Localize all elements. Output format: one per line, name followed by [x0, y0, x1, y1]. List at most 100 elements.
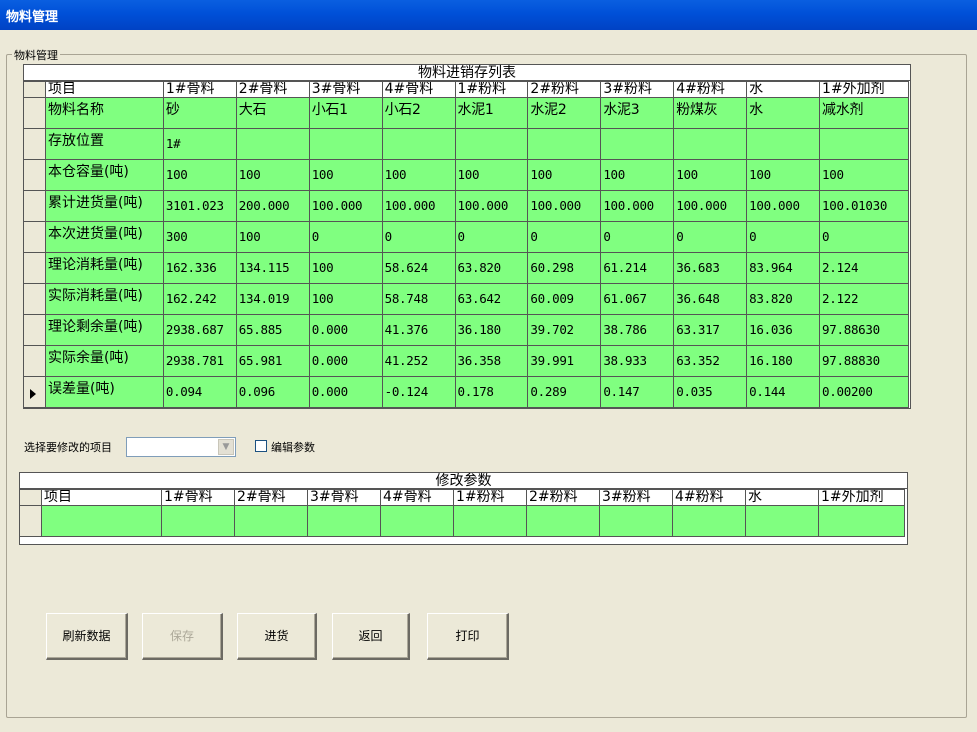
column-header[interactable]: 4#粉料: [673, 81, 748, 98]
table-cell[interactable]: 100: [673, 159, 748, 191]
table-cell[interactable]: [526, 505, 600, 537]
inventory-grid[interactable]: 物料进销存列表 项目 1#骨料 2#骨料 3#骨料 4#骨料 1#粉料 2#粉料 3#粉料 4#…: [23, 64, 911, 409]
table-cell[interactable]: 63.352: [673, 345, 748, 377]
table-row[interactable]: [19, 505, 905, 537]
table-row[interactable]: 存放位置 1#: [23, 128, 909, 160]
chevron-down-icon[interactable]: ▼: [218, 439, 234, 455]
table-cell[interactable]: 38.933: [600, 345, 675, 377]
table-cell[interactable]: 0: [381, 221, 456, 253]
table-cell[interactable]: 61.067: [600, 283, 675, 315]
table-cell[interactable]: 100.000: [381, 190, 456, 222]
table-cell[interactable]: 100.01030: [819, 190, 909, 222]
table-cell[interactable]: [819, 128, 909, 160]
table-cell[interactable]: 100: [308, 283, 383, 315]
table-cell[interactable]: 0: [454, 221, 529, 253]
column-header[interactable]: 2#骨料: [234, 489, 308, 506]
table-cell[interactable]: [745, 505, 819, 537]
table-cell[interactable]: 83.964: [746, 252, 821, 284]
table-cell[interactable]: [673, 128, 748, 160]
table-cell[interactable]: 0.094: [162, 376, 237, 408]
table-cell[interactable]: 63.820: [454, 252, 529, 284]
table-cell[interactable]: 100: [235, 221, 310, 253]
table-cell[interactable]: 300: [162, 221, 237, 253]
row-label[interactable]: 理论消耗量(吨): [44, 252, 164, 284]
table-cell[interactable]: 100.000: [673, 190, 748, 222]
column-header[interactable]: 4#骨料: [381, 81, 456, 98]
table-cell[interactable]: 162.242: [162, 283, 237, 315]
table-cell[interactable]: 0.144: [746, 376, 821, 408]
table-cell[interactable]: 100: [381, 159, 456, 191]
table-cell[interactable]: 97.88630: [819, 314, 909, 346]
table-row[interactable]: 本次进货量(吨) 300 100 0 0 0 0 0 0 0 0: [23, 221, 909, 253]
table-cell[interactable]: 36.180: [454, 314, 529, 346]
table-cell[interactable]: 粉煤灰: [673, 97, 748, 129]
table-cell[interactable]: 83.820: [746, 283, 821, 315]
table-cell[interactable]: [234, 505, 308, 537]
table-cell[interactable]: 0.289: [527, 376, 602, 408]
row-selector[interactable]: [23, 190, 46, 222]
column-header[interactable]: 2#骨料: [235, 81, 310, 98]
table-cell[interactable]: 100: [454, 159, 529, 191]
table-cell[interactable]: 100: [819, 159, 909, 191]
table-cell[interactable]: 水: [746, 97, 821, 129]
table-cell[interactable]: 41.252: [381, 345, 456, 377]
row-label[interactable]: 本次进货量(吨): [44, 221, 164, 253]
table-cell[interactable]: [600, 128, 675, 160]
row-label[interactable]: 理论剩余量(吨): [44, 314, 164, 346]
row-selector[interactable]: [23, 283, 46, 315]
table-row[interactable]: 理论消耗量(吨) 162.336 134.115 100 58.624 63.820 60.…: [23, 252, 909, 284]
table-cell[interactable]: 63.317: [673, 314, 748, 346]
save-button[interactable]: 保存: [142, 613, 223, 660]
table-cell[interactable]: 162.336: [162, 252, 237, 284]
row-selector[interactable]: [19, 505, 42, 537]
table-cell[interactable]: 0.00200: [819, 376, 909, 408]
table-cell[interactable]: 小石1: [308, 97, 383, 129]
table-cell[interactable]: 97.88830: [819, 345, 909, 377]
column-header[interactable]: 1#外加剂: [819, 81, 909, 98]
table-cell[interactable]: 36.358: [454, 345, 529, 377]
column-header[interactable]: 3#粉料: [599, 489, 673, 506]
table-cell[interactable]: 2938.781: [162, 345, 237, 377]
table-cell[interactable]: 100: [527, 159, 602, 191]
table-cell[interactable]: -0.124: [381, 376, 456, 408]
table-cell[interactable]: [381, 128, 456, 160]
table-cell[interactable]: 200.000: [235, 190, 310, 222]
table-cell[interactable]: 100.000: [454, 190, 529, 222]
row-label[interactable]: 存放位置: [44, 128, 164, 160]
table-row[interactable]: 理论剩余量(吨) 2938.687 65.885 0.000 41.376 36.180 3…: [23, 314, 909, 346]
table-cell[interactable]: 1#: [162, 128, 237, 160]
table-cell[interactable]: 小石2: [381, 97, 456, 129]
table-cell[interactable]: 39.991: [527, 345, 602, 377]
column-header[interactable]: 3#骨料: [307, 489, 381, 506]
table-cell[interactable]: 水泥1: [454, 97, 529, 129]
table-cell[interactable]: 63.642: [454, 283, 529, 315]
column-header[interactable]: 4#骨料: [380, 489, 454, 506]
row-label[interactable]: 本仓容量(吨): [44, 159, 164, 191]
row-label[interactable]: 累计进货量(吨): [44, 190, 164, 222]
table-cell[interactable]: 134.019: [235, 283, 310, 315]
row-selector[interactable]: [23, 314, 46, 346]
table-cell[interactable]: 100: [746, 159, 821, 191]
table-cell[interactable]: 100.000: [308, 190, 383, 222]
row-selector[interactable]: [23, 252, 46, 284]
column-header[interactable]: 4#粉料: [672, 489, 746, 506]
table-cell[interactable]: 0: [600, 221, 675, 253]
column-header[interactable]: 1#粉料: [454, 81, 529, 98]
table-cell[interactable]: [527, 128, 602, 160]
table-cell[interactable]: 0.000: [308, 376, 383, 408]
table-cell[interactable]: 65.981: [235, 345, 310, 377]
table-cell[interactable]: 水泥2: [527, 97, 602, 129]
table-cell[interactable]: 0: [308, 221, 383, 253]
refresh-button[interactable]: 刷新数据: [46, 613, 128, 660]
table-cell[interactable]: 16.036: [746, 314, 821, 346]
table-cell[interactable]: 水泥3: [600, 97, 675, 129]
column-header[interactable]: 水: [746, 81, 821, 98]
row-label[interactable]: 误差量(吨): [44, 376, 164, 408]
table-cell[interactable]: 41.376: [381, 314, 456, 346]
table-cell[interactable]: 38.786: [600, 314, 675, 346]
table-cell[interactable]: 0.178: [454, 376, 529, 408]
table-cell[interactable]: 60.298: [527, 252, 602, 284]
column-header[interactable]: 3#粉料: [600, 81, 675, 98]
table-cell[interactable]: 100.000: [600, 190, 675, 222]
table-cell[interactable]: [746, 128, 821, 160]
